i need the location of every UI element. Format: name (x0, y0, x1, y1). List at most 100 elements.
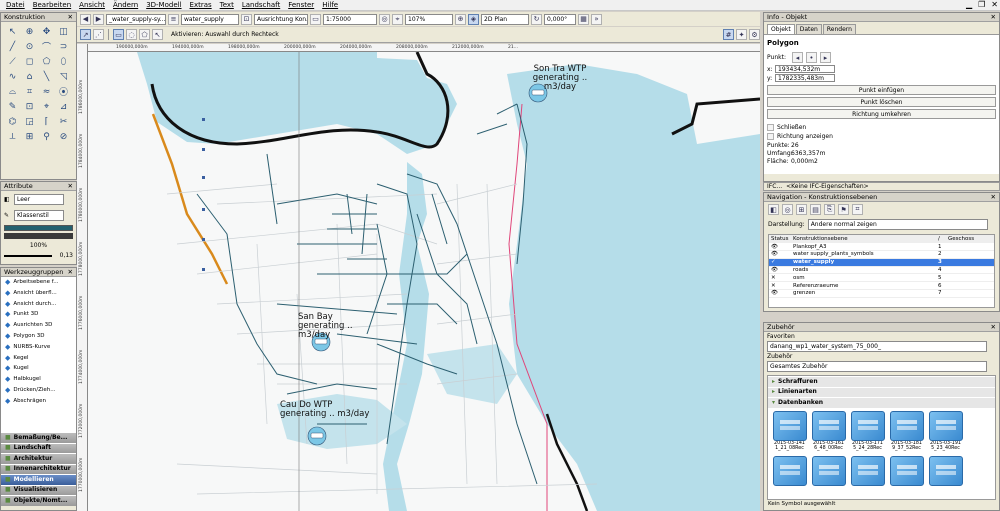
select-mode-icon[interactable]: ↗ (80, 29, 91, 40)
lasso-icon[interactable]: ◌ (126, 29, 137, 40)
x-field[interactable]: 193434,532m (775, 65, 835, 73)
render-icon[interactable]: ◎ (379, 13, 390, 25)
layer-status-icon[interactable]: 👁 (769, 250, 791, 259)
layer-row[interactable]: 👁 Plankopf_A3 1 (769, 242, 994, 252)
tool-icon[interactable]: ⊡ (22, 100, 37, 113)
line-weight-value[interactable]: 0,13 (60, 252, 73, 259)
tool-list-item[interactable]: ◆ Halbkugel (1, 374, 76, 385)
resource-item[interactable]: 2015-03-191 5_23_40Rec (928, 410, 963, 452)
layer-row[interactable]: ✕ Referenzraeume 6 (769, 281, 994, 291)
layer-status-icon[interactable]: ✕ (769, 281, 791, 291)
restore-icon[interactable]: ❐ (978, 0, 985, 9)
tool-icon[interactable]: ⚲ (39, 130, 54, 143)
tool-list-item[interactable]: ◆ Polygon 3D (1, 331, 76, 342)
favorites-dropdown[interactable]: danang_wp1_water_system_75_000_ (767, 341, 987, 352)
next-point-icon[interactable]: ▸ (820, 52, 831, 63)
tool-category[interactable]: ■ Architektur (1, 453, 76, 464)
flyover-icon[interactable]: ◈ (468, 13, 479, 25)
tool-icon[interactable]: ◲ (22, 115, 37, 128)
more-icon[interactable]: » (591, 13, 602, 25)
sheets-icon[interactable]: ▤ (810, 204, 821, 215)
tool-icon[interactable]: ⊙ (22, 40, 37, 53)
close-icon[interactable]: ✕ (68, 182, 76, 190)
tool-category[interactable]: ■ Modellieren (1, 474, 76, 485)
references-icon[interactable]: ⎘ (824, 204, 835, 215)
close-icon[interactable]: ✕ (68, 13, 76, 21)
resource-item[interactable]: 2015-03-161 6_48_00Rec (811, 410, 846, 452)
tool-icon[interactable]: ⌈ (39, 115, 54, 128)
menu-landschaft[interactable]: Landschaft (242, 1, 280, 9)
layer-row[interactable]: 👁 water supply_plants_symbols 2 (769, 250, 994, 259)
layer-row[interactable]: 👁 roads 4 (769, 266, 994, 275)
layer-row[interactable]: ✕ osm 5 (769, 273, 994, 283)
direction-checkbox[interactable] (767, 133, 774, 140)
snap-icon[interactable]: ⋰ (93, 29, 104, 40)
menu-3d-modell[interactable]: 3D-Modell (146, 1, 181, 9)
y-field[interactable]: 1782335,483m (775, 74, 835, 82)
plan-dropdown[interactable]: 2D Plan (481, 13, 529, 25)
tool-category[interactable]: ■ Bemaßung/Be... (1, 432, 76, 443)
resource-item[interactable]: 2015-03-171 5_24_28Rec (850, 410, 885, 452)
tool-icon[interactable]: ⌓ (5, 85, 20, 98)
close-icon[interactable]: ✕ (991, 323, 999, 331)
tool-icon[interactable]: ⊃ (56, 40, 71, 53)
resource-item[interactable] (811, 455, 846, 486)
menu-ansicht[interactable]: Ansicht (79, 1, 105, 9)
layer-status-icon[interactable]: 👁 (769, 266, 791, 275)
minimize-icon[interactable]: ▁ (966, 0, 972, 9)
tool-icon[interactable]: ⊕ (22, 25, 37, 38)
menu-aendern[interactable]: Ändern (113, 1, 138, 9)
tab-daten[interactable]: Daten (795, 24, 822, 34)
close-icon[interactable]: ✕ (991, 193, 999, 201)
resource-item[interactable]: 2015-03-141 1_21_08Rec (772, 410, 807, 452)
tool-icon[interactable]: ⌂ (22, 70, 37, 83)
layer-dropdown[interactable]: water_supply (181, 13, 239, 25)
menu-datei[interactable]: Datei (6, 1, 25, 9)
tool-list-item[interactable]: ◆ Ansicht durch... (1, 299, 76, 310)
polygon-select-icon[interactable]: ⬠ (139, 29, 150, 40)
menu-hilfe[interactable]: Hilfe (322, 1, 338, 9)
tool-list-item[interactable]: ◆ NURBS-Kurve (1, 342, 76, 353)
zoom-dropdown[interactable]: 107% (405, 13, 453, 25)
prev-point-icon[interactable]: ◂ (792, 52, 803, 63)
tool-list-item[interactable]: ◆ Drücken/Zieh... (1, 385, 76, 396)
tool-icon[interactable]: ⬯ (56, 55, 71, 68)
menu-text[interactable]: Text (220, 1, 234, 9)
section-linetypes[interactable]: ▸ Linienarten (768, 386, 995, 397)
tool-icon[interactable]: ⌖ (39, 100, 54, 113)
section-databases[interactable]: ▾ Datenbanken (768, 397, 995, 408)
views-icon[interactable]: ⊞ (796, 204, 807, 215)
rotate-icon[interactable]: ↻ (531, 13, 542, 25)
reverse-direction-button[interactable]: Richtung umkehren (767, 109, 996, 119)
classes-icon[interactable]: ◎ (782, 204, 793, 215)
tool-list-item[interactable]: ◆ Kegel (1, 353, 76, 364)
column-header[interactable]: Status (769, 235, 791, 244)
menu-extras[interactable]: Extras (190, 1, 212, 9)
close-icon[interactable]: ✕ (991, 0, 998, 9)
resource-item[interactable] (772, 455, 807, 486)
insert-point-button[interactable]: Punkt einfügen (767, 85, 996, 95)
resource-item[interactable] (850, 455, 885, 486)
stories-icon[interactable]: ⌗ (852, 204, 863, 215)
menu-fenster[interactable]: Fenster (288, 1, 314, 9)
section-hatches[interactable]: ▸ Schraffuren (768, 376, 995, 387)
column-header[interactable]: Geschoss (946, 235, 994, 244)
resources-dropdown[interactable]: Gesamtes Zubehör (767, 361, 987, 372)
view-icon[interactable]: ⊡ (241, 13, 252, 25)
tool-icon[interactable]: ⟋ (5, 55, 20, 68)
delete-point-button[interactable]: Punkt löschen (767, 97, 996, 107)
layer-row[interactable]: 👁 grenzen 7 (769, 289, 994, 298)
close-icon[interactable]: ✕ (991, 13, 999, 21)
layer-status-icon[interactable]: ✕ (769, 273, 791, 283)
point-icon[interactable]: • (806, 52, 817, 63)
tool-icon[interactable]: ⌬ (5, 115, 20, 128)
scale-field[interactable]: 1:75000 (323, 13, 377, 25)
column-header[interactable]: Konstruktionsebene (791, 235, 936, 244)
close-icon[interactable]: ✕ (68, 268, 76, 276)
tool-list-item[interactable]: ◆ Abschrägen (1, 396, 76, 407)
tab-objekt[interactable]: Objekt (767, 24, 795, 34)
layer-row[interactable]: ✓ water_supply 3 (769, 258, 994, 267)
tool-icon[interactable]: ⊘ (56, 130, 71, 143)
pen-color-swatch[interactable] (4, 225, 73, 231)
fill-dropdown[interactable]: Leer (14, 194, 64, 205)
